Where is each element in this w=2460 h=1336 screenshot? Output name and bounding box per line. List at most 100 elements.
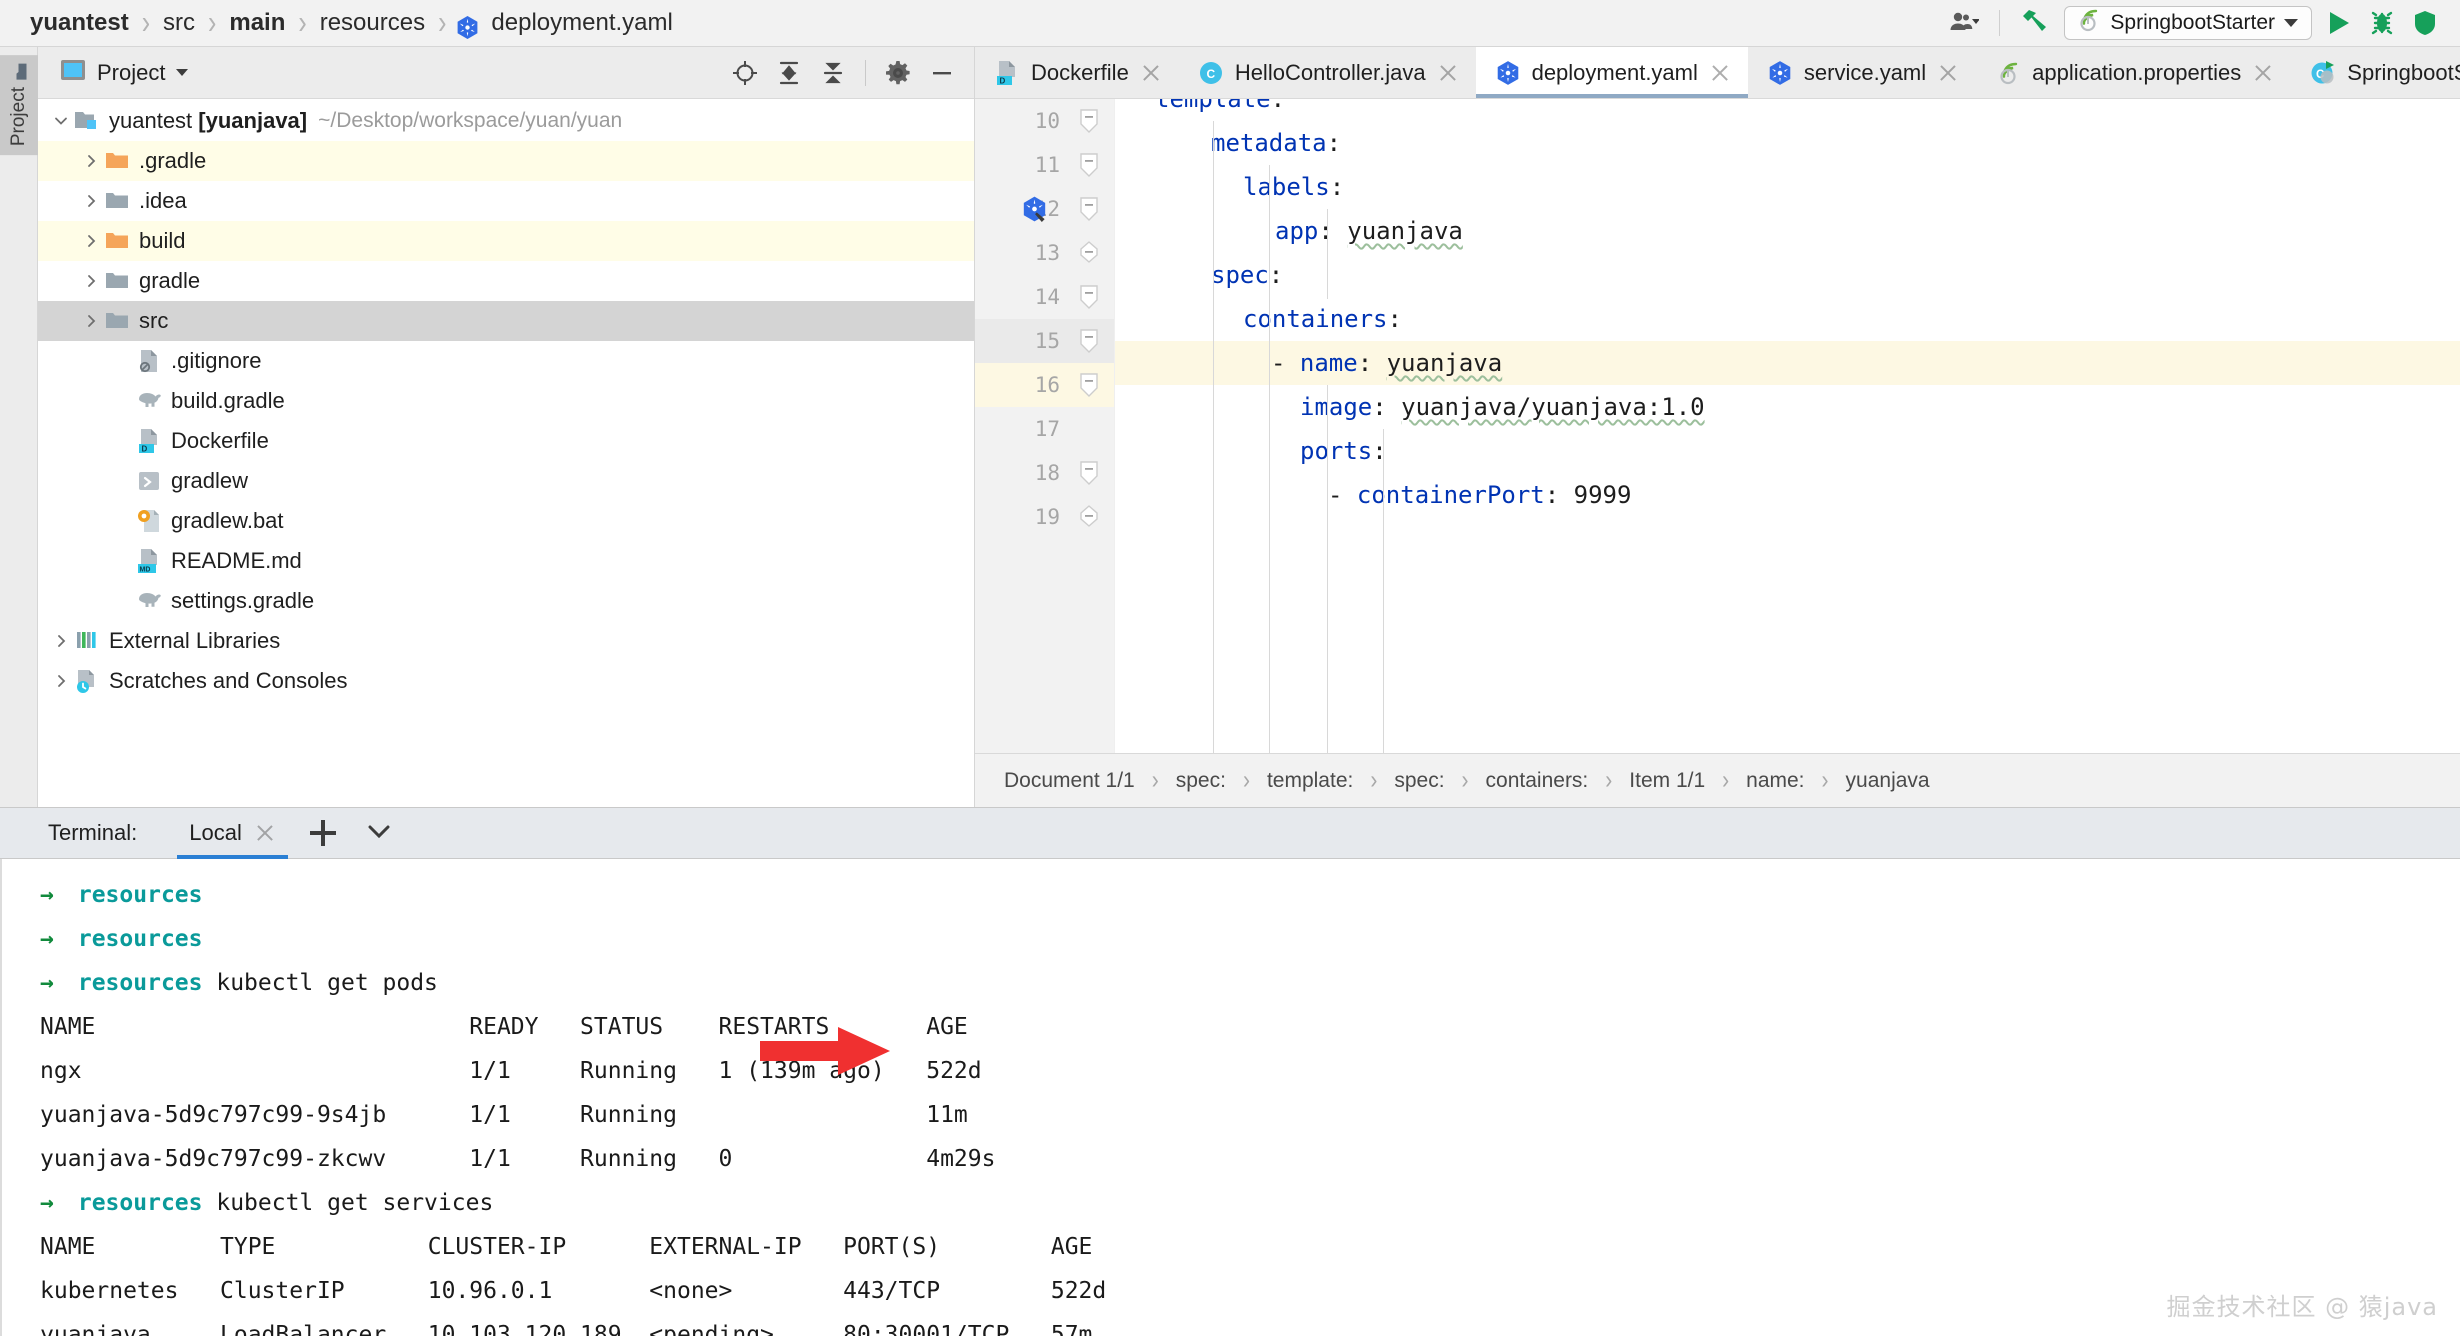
expand-all-icon[interactable] bbox=[775, 59, 803, 87]
tree-row-gradle-dir[interactable]: .gradle bbox=[38, 141, 974, 181]
kubernetes-icon bbox=[1767, 60, 1793, 86]
tab-dockerfile[interactable]: D Dockerfile bbox=[975, 47, 1179, 98]
markdown-file-icon: MD bbox=[136, 548, 162, 574]
chevron-right-icon[interactable] bbox=[78, 193, 104, 209]
chevron-right-icon[interactable] bbox=[48, 673, 74, 689]
terminal-line: yuanjava LoadBalancer 10.103.120.189 <pe… bbox=[40, 1322, 1093, 1336]
run-configuration-selector[interactable]: SpringbootStarter bbox=[2064, 6, 2312, 40]
tree-row-build-dir[interactable]: build bbox=[38, 221, 974, 261]
fold-handle-icon[interactable] bbox=[1078, 240, 1100, 266]
tree-row-settings-gradle[interactable]: settings.gradle bbox=[38, 581, 974, 621]
gutter-line: 17 bbox=[1034, 417, 1060, 441]
svg-text:D: D bbox=[142, 445, 148, 454]
close-icon[interactable] bbox=[2252, 62, 2274, 84]
project-panel-title: Project bbox=[97, 59, 166, 85]
tree-row-yuantest[interactable]: yuantest [yuanjava] ~/Desktop/workspace/… bbox=[38, 101, 974, 141]
tree-row-gradle-wrapper-dir[interactable]: gradle bbox=[38, 261, 974, 301]
tree-label: Scratches and Consoles bbox=[109, 668, 348, 693]
close-icon[interactable] bbox=[1140, 62, 1162, 84]
editor-breadcrumb-item[interactable]: yuanjava bbox=[1841, 769, 1935, 793]
tree-row-src-dir[interactable]: src bbox=[38, 301, 974, 341]
kubernetes-gutter-icon[interactable] bbox=[1021, 196, 1048, 223]
code-key: image bbox=[1300, 393, 1373, 421]
fold-handle-icon[interactable] bbox=[1078, 108, 1100, 134]
breadcrumb-item-resources[interactable]: resources bbox=[316, 9, 429, 37]
tree-row-readme[interactable]: MD README.md bbox=[38, 541, 974, 581]
tree-row-gitignore[interactable]: .gitignore bbox=[38, 341, 974, 381]
fold-handle-icon[interactable] bbox=[1078, 504, 1100, 530]
fold-handle-icon[interactable] bbox=[1078, 284, 1100, 310]
terminal-output[interactable]: → resources → resources → resources kubectl… bbox=[0, 859, 2460, 1336]
tree-row-gradlew-bat[interactable]: gradlew.bat bbox=[38, 501, 974, 541]
code-key: template bbox=[1155, 99, 1271, 113]
spring-properties-icon bbox=[1995, 60, 2021, 86]
tab-springbootstarter-java[interactable]: C SpringbootStarter.java bbox=[2291, 47, 2460, 98]
editor-breadcrumb-item[interactable]: spec: bbox=[1171, 769, 1231, 793]
chevron-down-icon[interactable] bbox=[364, 821, 394, 846]
prompt-dir: resources bbox=[77, 1190, 203, 1216]
code-text-area[interactable]: template: metadata: labels: app: yuanjav… bbox=[1115, 99, 2460, 753]
tab-deployment-yaml[interactable]: deployment.yaml bbox=[1475, 47, 1749, 98]
prompt-dir: resources bbox=[77, 882, 203, 908]
fold-handle-icon[interactable] bbox=[1078, 460, 1100, 486]
editor-gutter[interactable]: 10 11 12 13 14 15 16 17 18 19 bbox=[975, 99, 1115, 753]
tab-application-properties[interactable]: application.properties bbox=[1976, 47, 2291, 98]
editor-breadcrumb-item[interactable]: containers: bbox=[1481, 769, 1594, 793]
close-icon[interactable] bbox=[1437, 62, 1459, 84]
tree-row-gradlew[interactable]: gradlew bbox=[38, 461, 974, 501]
hide-minimize-icon[interactable] bbox=[928, 59, 956, 87]
fold-handle-icon[interactable] bbox=[1078, 372, 1100, 398]
collapse-all-icon[interactable] bbox=[819, 59, 847, 87]
plus-icon[interactable] bbox=[309, 820, 336, 846]
tab-service-yaml[interactable]: service.yaml bbox=[1748, 47, 1976, 98]
chevron-down-icon[interactable] bbox=[176, 69, 189, 76]
breadcrumb-item-project[interactable]: yuantest bbox=[26, 9, 133, 37]
run-play-icon[interactable] bbox=[2318, 3, 2360, 43]
code-editor[interactable]: 10 11 12 13 14 15 16 17 18 19 template:… bbox=[975, 99, 2460, 753]
fold-handle-icon[interactable] bbox=[1078, 152, 1100, 178]
close-icon[interactable] bbox=[254, 822, 276, 844]
tree-row-external-libraries[interactable]: External Libraries bbox=[38, 621, 974, 661]
tree-label: gradlew bbox=[171, 468, 249, 493]
tree-row-scratches-consoles[interactable]: Scratches and Consoles bbox=[38, 661, 974, 701]
tree-label: build bbox=[139, 228, 186, 253]
chevron-right-icon[interactable] bbox=[48, 633, 74, 649]
chevron-down-icon[interactable] bbox=[48, 113, 74, 129]
editor-breadcrumb-bar: Document 1/1 › spec: › template: › spec:… bbox=[975, 753, 2460, 807]
editor-breadcrumb-item[interactable]: spec: bbox=[1389, 769, 1449, 793]
libraries-icon bbox=[74, 628, 100, 654]
shield-icon[interactable] bbox=[2404, 3, 2446, 43]
user-account-icon[interactable] bbox=[1941, 3, 1987, 43]
breadcrumb-item-main[interactable]: main bbox=[225, 9, 289, 37]
breadcrumb-item-src[interactable]: src bbox=[159, 9, 199, 37]
locate-target-icon[interactable] bbox=[731, 59, 759, 87]
terminal-label: Terminal: bbox=[48, 820, 138, 845]
chevron-right-icon[interactable] bbox=[78, 233, 104, 249]
prompt-arrow: → bbox=[40, 926, 54, 952]
fold-handle-icon[interactable] bbox=[1078, 196, 1100, 222]
chevron-right-icon[interactable] bbox=[78, 153, 104, 169]
debug-bug-icon[interactable] bbox=[2360, 3, 2404, 43]
editor-breadcrumb-item[interactable]: template: bbox=[1262, 769, 1358, 793]
fold-handle-icon[interactable] bbox=[1078, 328, 1100, 354]
chevron-right-icon[interactable] bbox=[78, 313, 104, 329]
sidebar-item-project[interactable]: Project bbox=[0, 55, 38, 156]
chevron-right-icon[interactable] bbox=[78, 273, 104, 289]
breadcrumb-item-file[interactable]: deployment.yaml bbox=[487, 9, 676, 37]
project-tree[interactable]: yuantest [yuanjava] ~/Desktop/workspace/… bbox=[38, 99, 974, 807]
terminal-tab-local[interactable]: Local bbox=[177, 807, 288, 859]
tree-label: External Libraries bbox=[109, 628, 281, 653]
tree-row-dockerfile[interactable]: D Dockerfile bbox=[38, 421, 974, 461]
kubernetes-icon bbox=[1495, 60, 1521, 86]
tree-row-idea-dir[interactable]: .idea bbox=[38, 181, 974, 221]
close-icon[interactable] bbox=[1709, 62, 1731, 84]
build-hammer-icon[interactable] bbox=[2012, 3, 2058, 43]
settings-gear-icon[interactable] bbox=[884, 59, 912, 87]
editor-breadcrumb-item[interactable]: Document 1/1 bbox=[999, 769, 1140, 793]
tab-hellocontroller-java[interactable]: C HelloController.java bbox=[1179, 47, 1476, 98]
close-icon[interactable] bbox=[1937, 62, 1959, 84]
editor-breadcrumb-item[interactable]: Item 1/1 bbox=[1624, 769, 1710, 793]
project-panel-header: Project bbox=[38, 47, 974, 99]
tree-row-build-gradle[interactable]: build.gradle bbox=[38, 381, 974, 421]
editor-breadcrumb-item[interactable]: name: bbox=[1741, 769, 1809, 793]
